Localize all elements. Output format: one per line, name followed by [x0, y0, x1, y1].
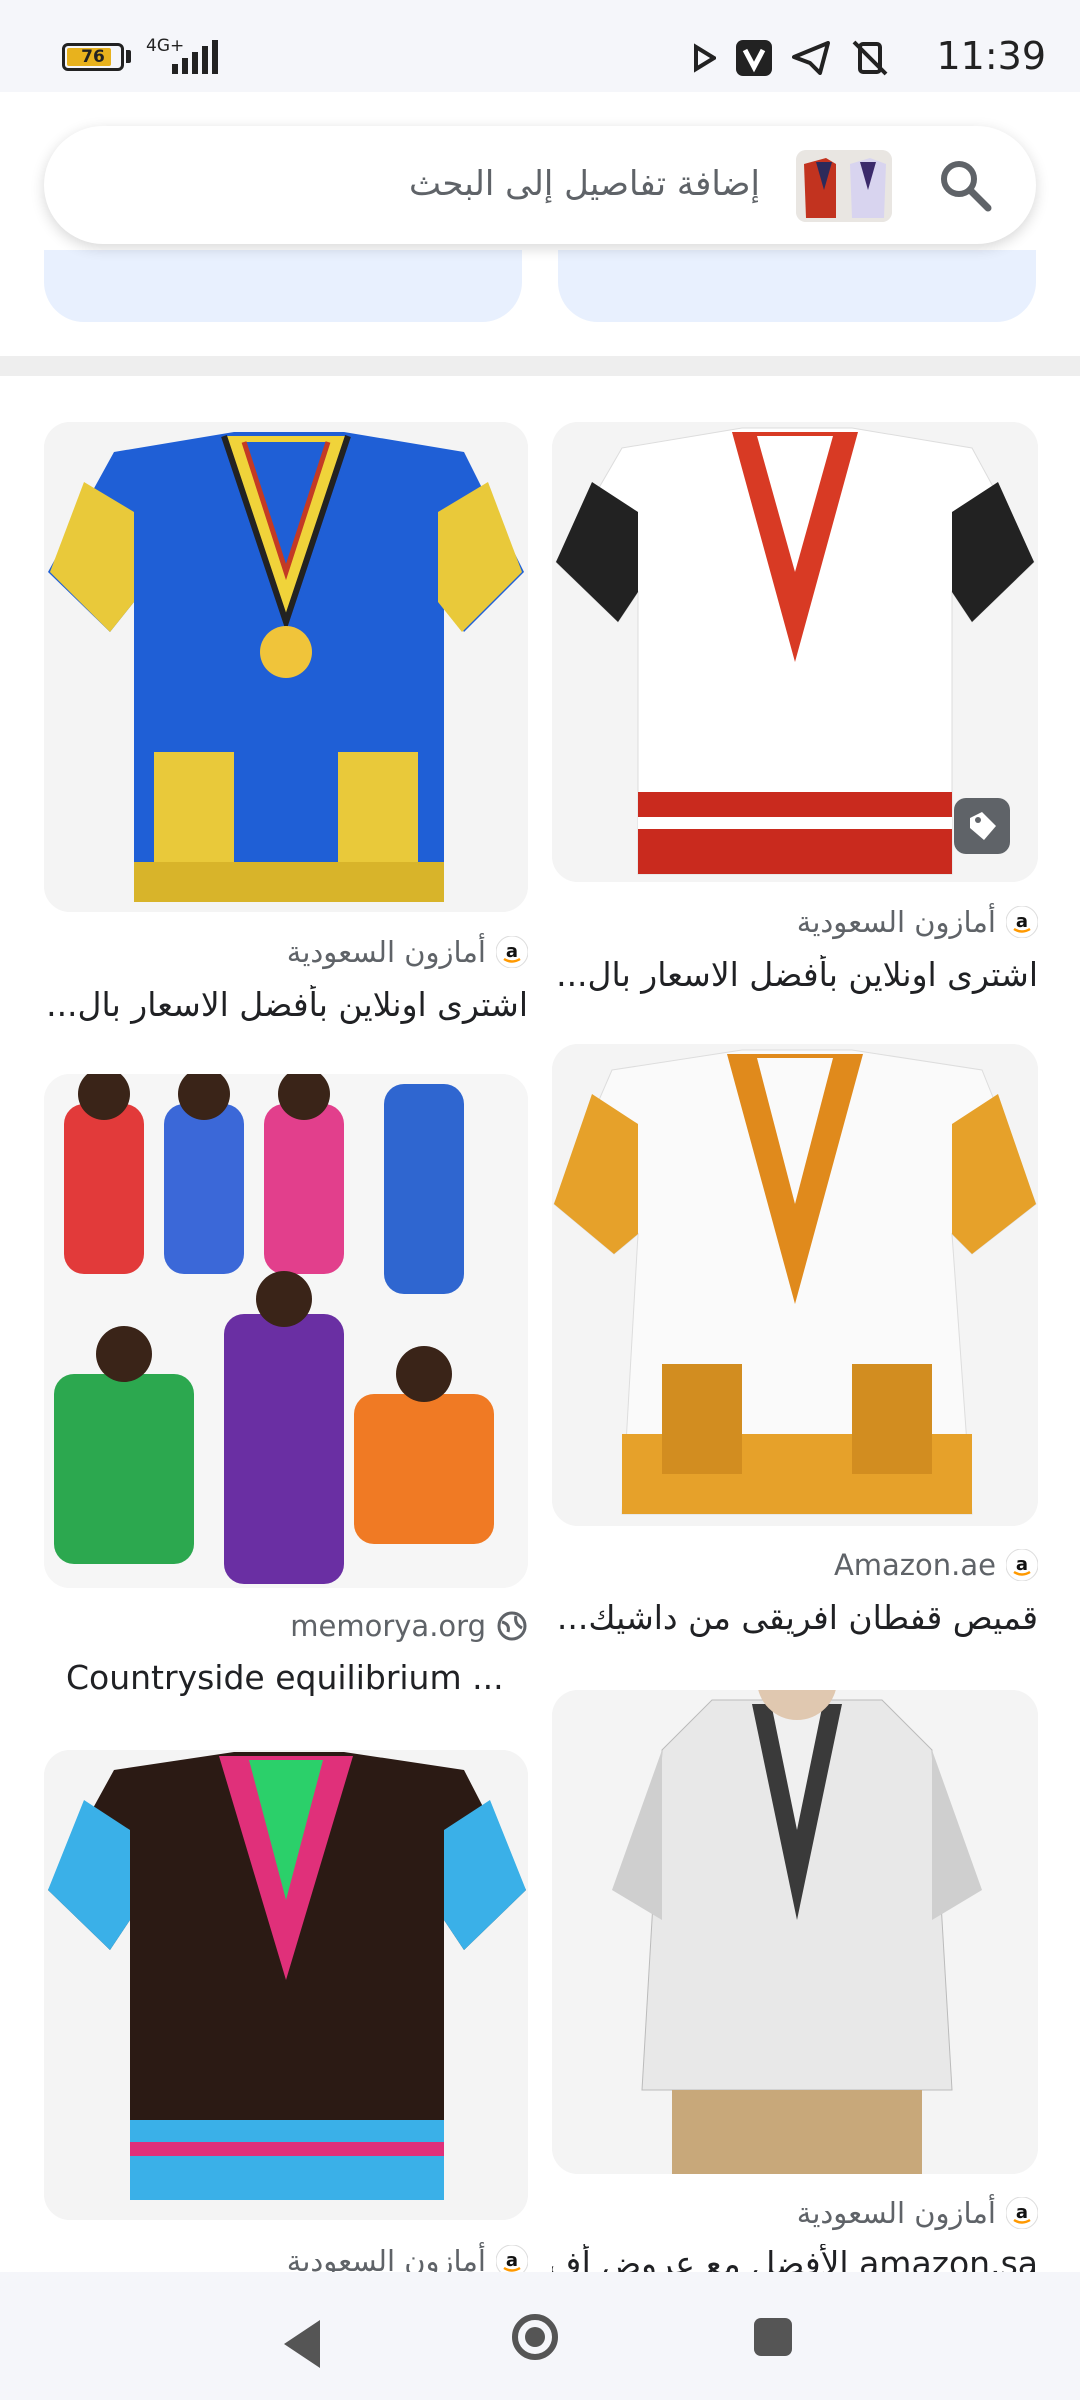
result-title[interactable]: اشترى اونلاين بأفضل الاسعار بال...: [44, 985, 528, 1024]
search-icon[interactable]: [936, 156, 994, 214]
play-icon: [694, 43, 716, 73]
svg-text:a: a: [1016, 911, 1028, 932]
navigation-bar: [0, 2272, 1080, 2400]
battery-icon: 76: [62, 43, 124, 71]
result-image-white-orange-dashiki[interactable]: [552, 1044, 1038, 1526]
back-icon[interactable]: [284, 2320, 320, 2368]
result-source[interactable]: memorya.org: [44, 1609, 528, 1643]
svg-text:a: a: [1016, 2202, 1028, 2223]
result-title[interactable]: قميص قفطان افريقى من داشيك...: [552, 1598, 1038, 1637]
result-source-name: أمازون السعودية: [796, 2196, 996, 2230]
result-image-dashiki-collage[interactable]: [44, 1074, 528, 1588]
product-tag-badge: [954, 798, 1010, 854]
search-bar[interactable]: إضافة تفاصيل إلى البحث: [44, 126, 1036, 244]
share-chip[interactable]: [558, 250, 1036, 322]
svg-text:a: a: [1016, 1554, 1028, 1575]
battery-tip: [126, 50, 131, 63]
status-bar: 76 4G+ 11:39: [0, 0, 1080, 92]
save-chip[interactable]: [44, 250, 522, 322]
amazon-icon: a: [496, 936, 528, 968]
result-image-white-red-dashiki[interactable]: [552, 422, 1038, 882]
status-icons: [692, 38, 890, 78]
amazon-icon: a: [1006, 906, 1038, 938]
globe-icon: [497, 1611, 527, 1641]
result-image-black-blue-dashiki[interactable]: [44, 1750, 528, 2220]
result-source[interactable]: a Amazon.ae: [552, 1548, 1038, 1582]
result-source-name: Amazon.ae: [833, 1548, 996, 1582]
result-source[interactable]: a أمازون السعودية: [552, 2196, 1038, 2230]
telegram-icon: [792, 41, 830, 75]
vibrate-off-icon: [852, 40, 888, 76]
result-source[interactable]: a أمازون السعودية: [552, 905, 1038, 939]
result-image-grey-white-dashiki[interactable]: [552, 1690, 1038, 2174]
section-divider: [0, 356, 1080, 376]
svg-text:a: a: [506, 941, 518, 962]
amazon-icon: a: [1006, 2197, 1038, 2229]
clock: 11:39: [936, 34, 1046, 78]
result-source[interactable]: a أمازون السعودية: [44, 935, 528, 969]
signal-icon: [172, 40, 218, 74]
result-title[interactable]: اشترى اونلاين بأفضل الاسعار بال...: [552, 955, 1038, 994]
battery-level: 76: [81, 47, 105, 67]
result-source-name: أمازون السعودية: [286, 935, 486, 969]
search-input[interactable]: إضافة تفاصيل إلى البحث: [409, 164, 760, 204]
svg-text:a: a: [506, 2250, 518, 2271]
vpn-v-icon: [736, 40, 772, 76]
home-icon[interactable]: [512, 2314, 558, 2360]
result-title[interactable]: Countryside equilibrium ...: [66, 1658, 528, 1697]
result-image-blue-dashiki[interactable]: [44, 422, 528, 912]
search-image-thumbnail[interactable]: [796, 150, 892, 222]
result-source-name: memorya.org: [290, 1609, 486, 1643]
amazon-icon: a: [1006, 1549, 1038, 1581]
result-source-name: أمازون السعودية: [796, 905, 996, 939]
recent-apps-icon[interactable]: [754, 2318, 792, 2356]
